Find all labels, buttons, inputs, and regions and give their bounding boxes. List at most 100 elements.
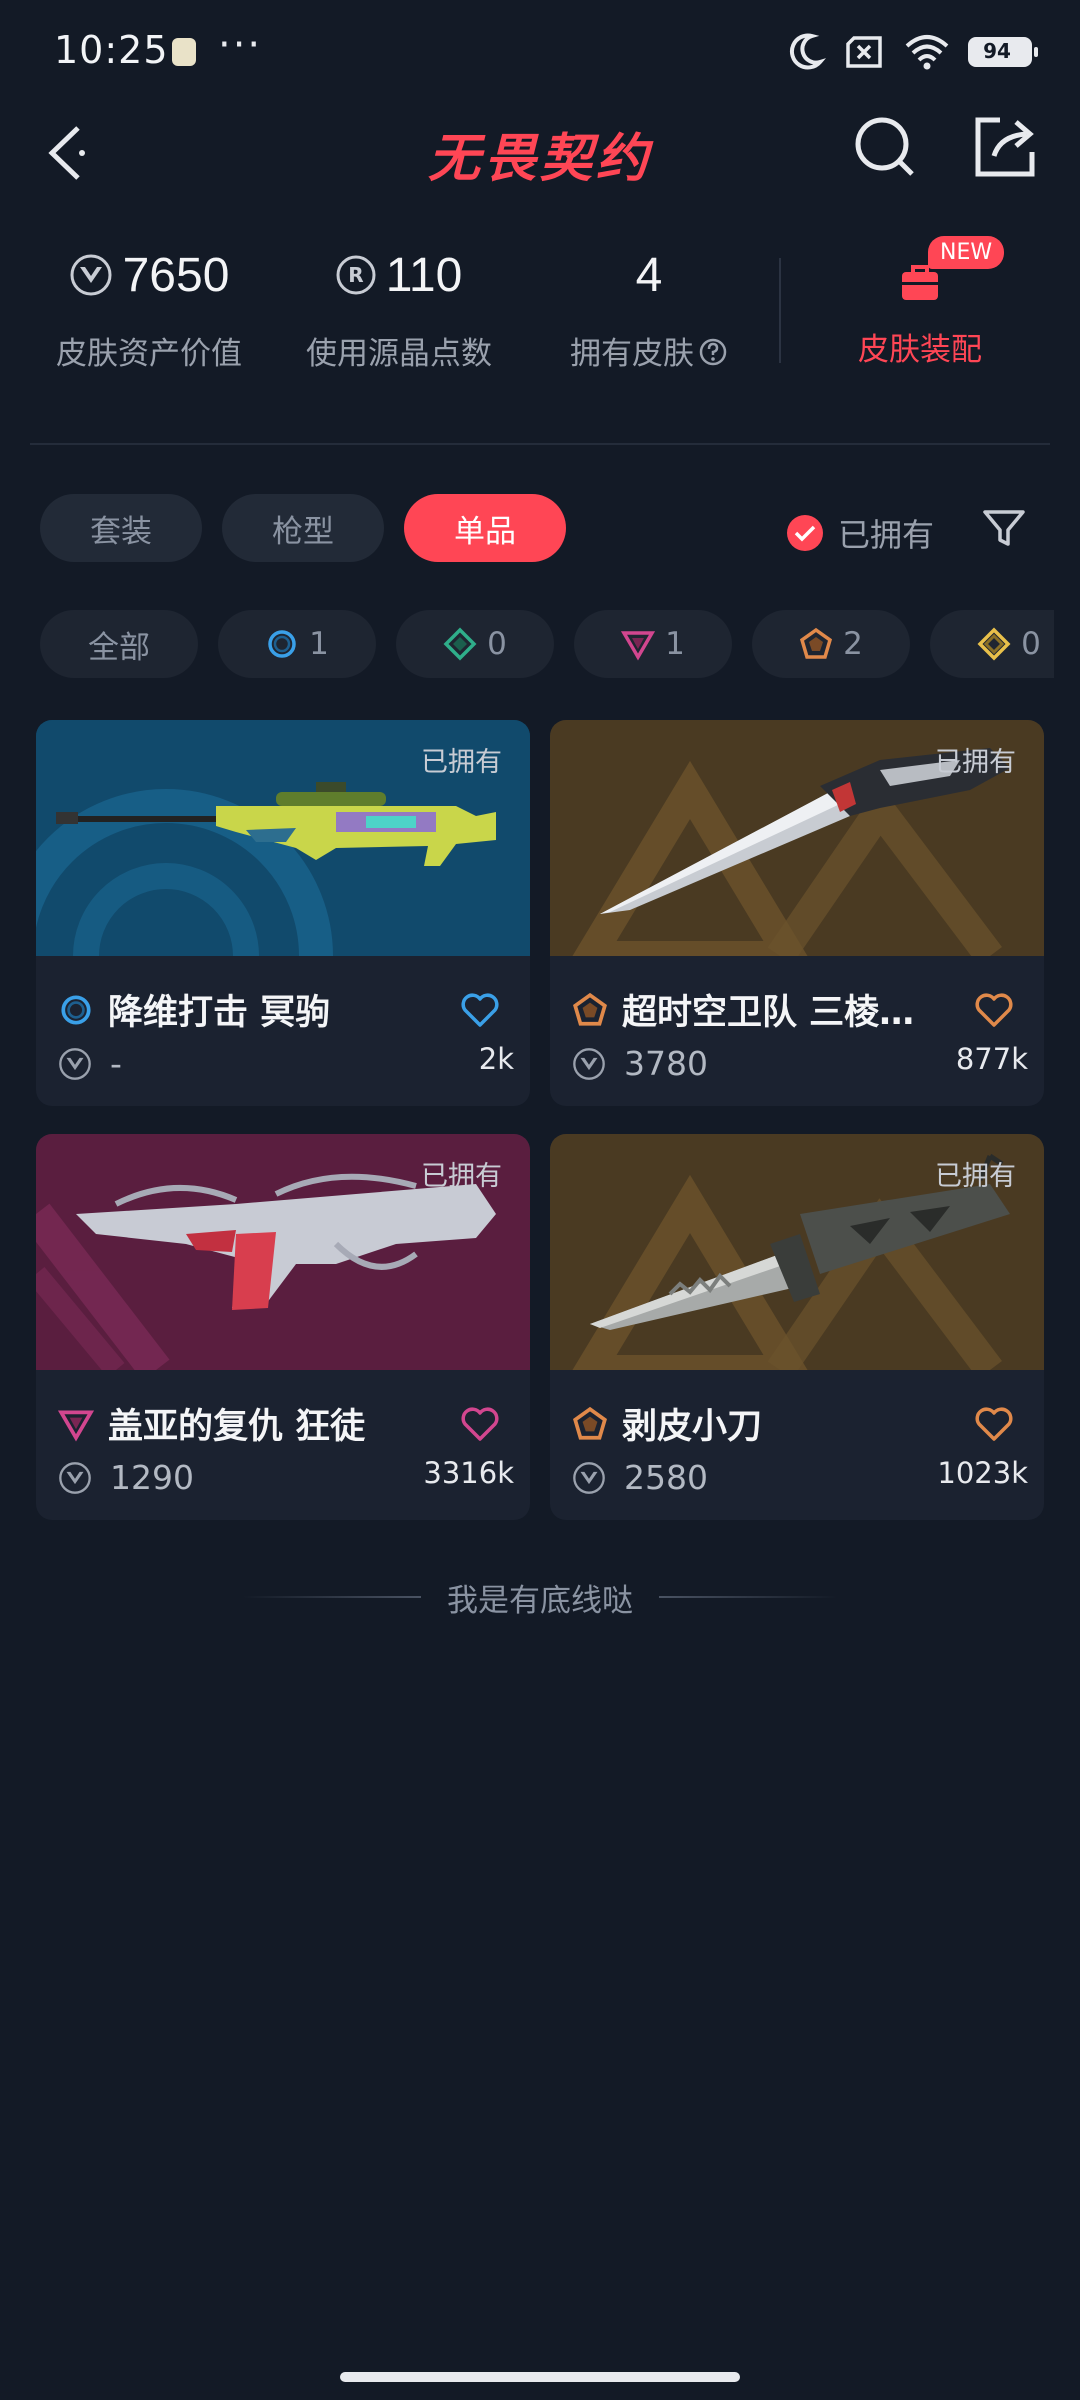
ultra-tier-icon [977,627,1011,661]
skin-equip-button[interactable]: NEW 皮肤装配 [820,236,1020,369]
asset-value-label: 皮肤资产价值 [56,336,242,372]
exclusive-tier-icon [800,627,833,659]
tab-single-items[interactable]: 单品 [404,494,566,562]
deluxe-tier-icon [443,627,477,661]
heart-icon[interactable] [974,992,1014,1028]
chip-deluxe-tier[interactable]: 0 [396,610,554,678]
skin-price: 2580 [624,1458,708,1497]
chip-premium-count: 1 [665,626,685,662]
tier-filter-chips: 全部 1 0 1 2 0 [40,610,1054,678]
skin-equip-label: 皮肤装配 [858,332,982,368]
skin-name: 超时空卫队 三棱… [622,993,915,1033]
skin-image: 已拥有 [550,1134,1044,1370]
valorant-points-icon [573,1461,605,1494]
card-title-row: 降维打击 冥驹 [58,984,330,1035]
select-tier-icon [61,994,91,1025]
skin-card[interactable]: 已拥有 剥皮小刀 2580 1023k [550,1134,1044,1520]
chip-exclusive-tier[interactable]: 2 [752,610,910,678]
stat-owned-skins[interactable]: 4 拥有皮肤 [554,240,744,373]
end-of-list-note: 我是有底线哒 [0,1572,1080,1622]
chip-select-count: 1 [309,626,329,662]
note-line-left [243,1596,421,1598]
card-title-row: 盖亚的复仇 狂徒 [58,1398,365,1449]
owned-skins-count: 4 [635,248,663,302]
notification-app-icon [172,38,196,66]
chip-deluxe-count: 0 [487,626,507,662]
status-icons: 94 [786,30,1038,74]
wifi-icon [905,35,949,70]
premium-tier-icon [621,631,656,661]
filter-funnel-icon[interactable] [980,504,1028,552]
skin-image: 已拥有 [36,720,530,956]
like-count: 1023k [937,1456,1028,1490]
end-of-list-text: 我是有底线哒 [447,1582,633,1619]
skin-price: 1290 [110,1458,194,1497]
owned-tag: 已拥有 [935,1161,1016,1192]
chip-exclusive-count: 2 [843,626,863,662]
skin-image: 已拥有 [36,1134,530,1370]
skin-price: - [110,1044,122,1083]
card-title-row: 超时空卫队 三棱… [572,984,914,1035]
premium-tier-icon [58,1410,94,1441]
help-icon[interactable] [698,337,728,367]
skin-card[interactable]: 已拥有 超时空卫队 三棱… 3780 877k [550,720,1044,1106]
chip-all-label: 全部 [88,629,150,666]
chip-ultra-tier[interactable]: 0 [930,610,1054,678]
skin-card[interactable]: 已拥有 盖亚的复仇 狂徒 1290 3316k [36,1134,530,1520]
moon-icon [789,33,826,70]
stats-divider [779,258,781,363]
status-time: 10:25 [54,28,169,72]
heart-icon[interactable] [460,1406,500,1442]
status-more-dots: ··· [218,22,263,68]
skin-price: 3780 [624,1044,708,1083]
like-count: 3316k [423,1456,514,1490]
tab-bundles[interactable]: 套装 [40,494,202,562]
select-tier-icon [268,630,296,658]
category-tabs: 套装 枪型 单品 [40,494,566,562]
owned-filter-toggle[interactable]: 已拥有 [786,510,934,556]
share-icon[interactable] [970,112,1040,182]
chip-premium-tier[interactable]: 1 [574,610,732,678]
header: 无畏契约 [0,100,1080,210]
like-count: 2k [478,1042,514,1076]
skin-name: 降维打击 冥驹 [108,993,331,1033]
note-line-right [659,1596,837,1598]
status-bar: 10:25 ··· 94 [0,0,1080,100]
chip-all[interactable]: 全部 [40,610,198,678]
valorant-points-icon [59,1461,91,1494]
valorant-points-icon [59,1047,91,1080]
skin-name: 盖亚的复仇 狂徒 [108,1407,366,1447]
radiant-points-icon: R [336,255,376,295]
heart-icon[interactable] [974,1406,1014,1442]
skin-card[interactable]: 已拥有 降维打击 冥驹 - 2k [36,720,530,1106]
stat-radiant-points: R 110 使用源晶点数 [304,240,494,373]
card-price-row: 2580 [572,1458,708,1497]
section-divider [30,443,1050,445]
owned-tag: 已拥有 [421,747,502,778]
card-title-row: 剥皮小刀 [572,1398,762,1449]
skin-name: 剥皮小刀 [622,1407,763,1447]
owned-skins-label: 拥有皮肤 [554,328,744,373]
home-indicator[interactable] [340,2372,740,2382]
chip-ultra-count: 0 [1021,626,1041,662]
card-price-row: 1290 [58,1458,194,1497]
exclusive-tier-icon [573,1406,607,1440]
checked-circle-icon[interactable] [786,514,824,552]
search-icon[interactable] [850,112,920,182]
valorant-points-icon [573,1047,605,1080]
valorant-points-icon [70,254,112,296]
owned-filter-label: 已拥有 [838,516,935,554]
card-price-row: - [58,1044,122,1083]
skin-image: 已拥有 [550,720,1044,956]
tab-weapon-types[interactable]: 枪型 [222,494,384,562]
chip-select-tier[interactable]: 1 [218,610,376,678]
heart-icon[interactable] [460,992,500,1028]
owned-tag: 已拥有 [935,747,1016,778]
exclusive-tier-icon [573,992,607,1026]
asset-value: 7650 [122,248,230,302]
owned-tag: 已拥有 [421,1161,502,1192]
like-count: 877k [955,1042,1028,1076]
battery-level: 94 [983,39,1011,63]
svg-text:R: R [348,263,363,287]
stats-panel: 7650 皮肤资产价值 R 110 使用源晶点数 4 拥有皮肤 NEW 皮肤装配 [0,236,1080,410]
